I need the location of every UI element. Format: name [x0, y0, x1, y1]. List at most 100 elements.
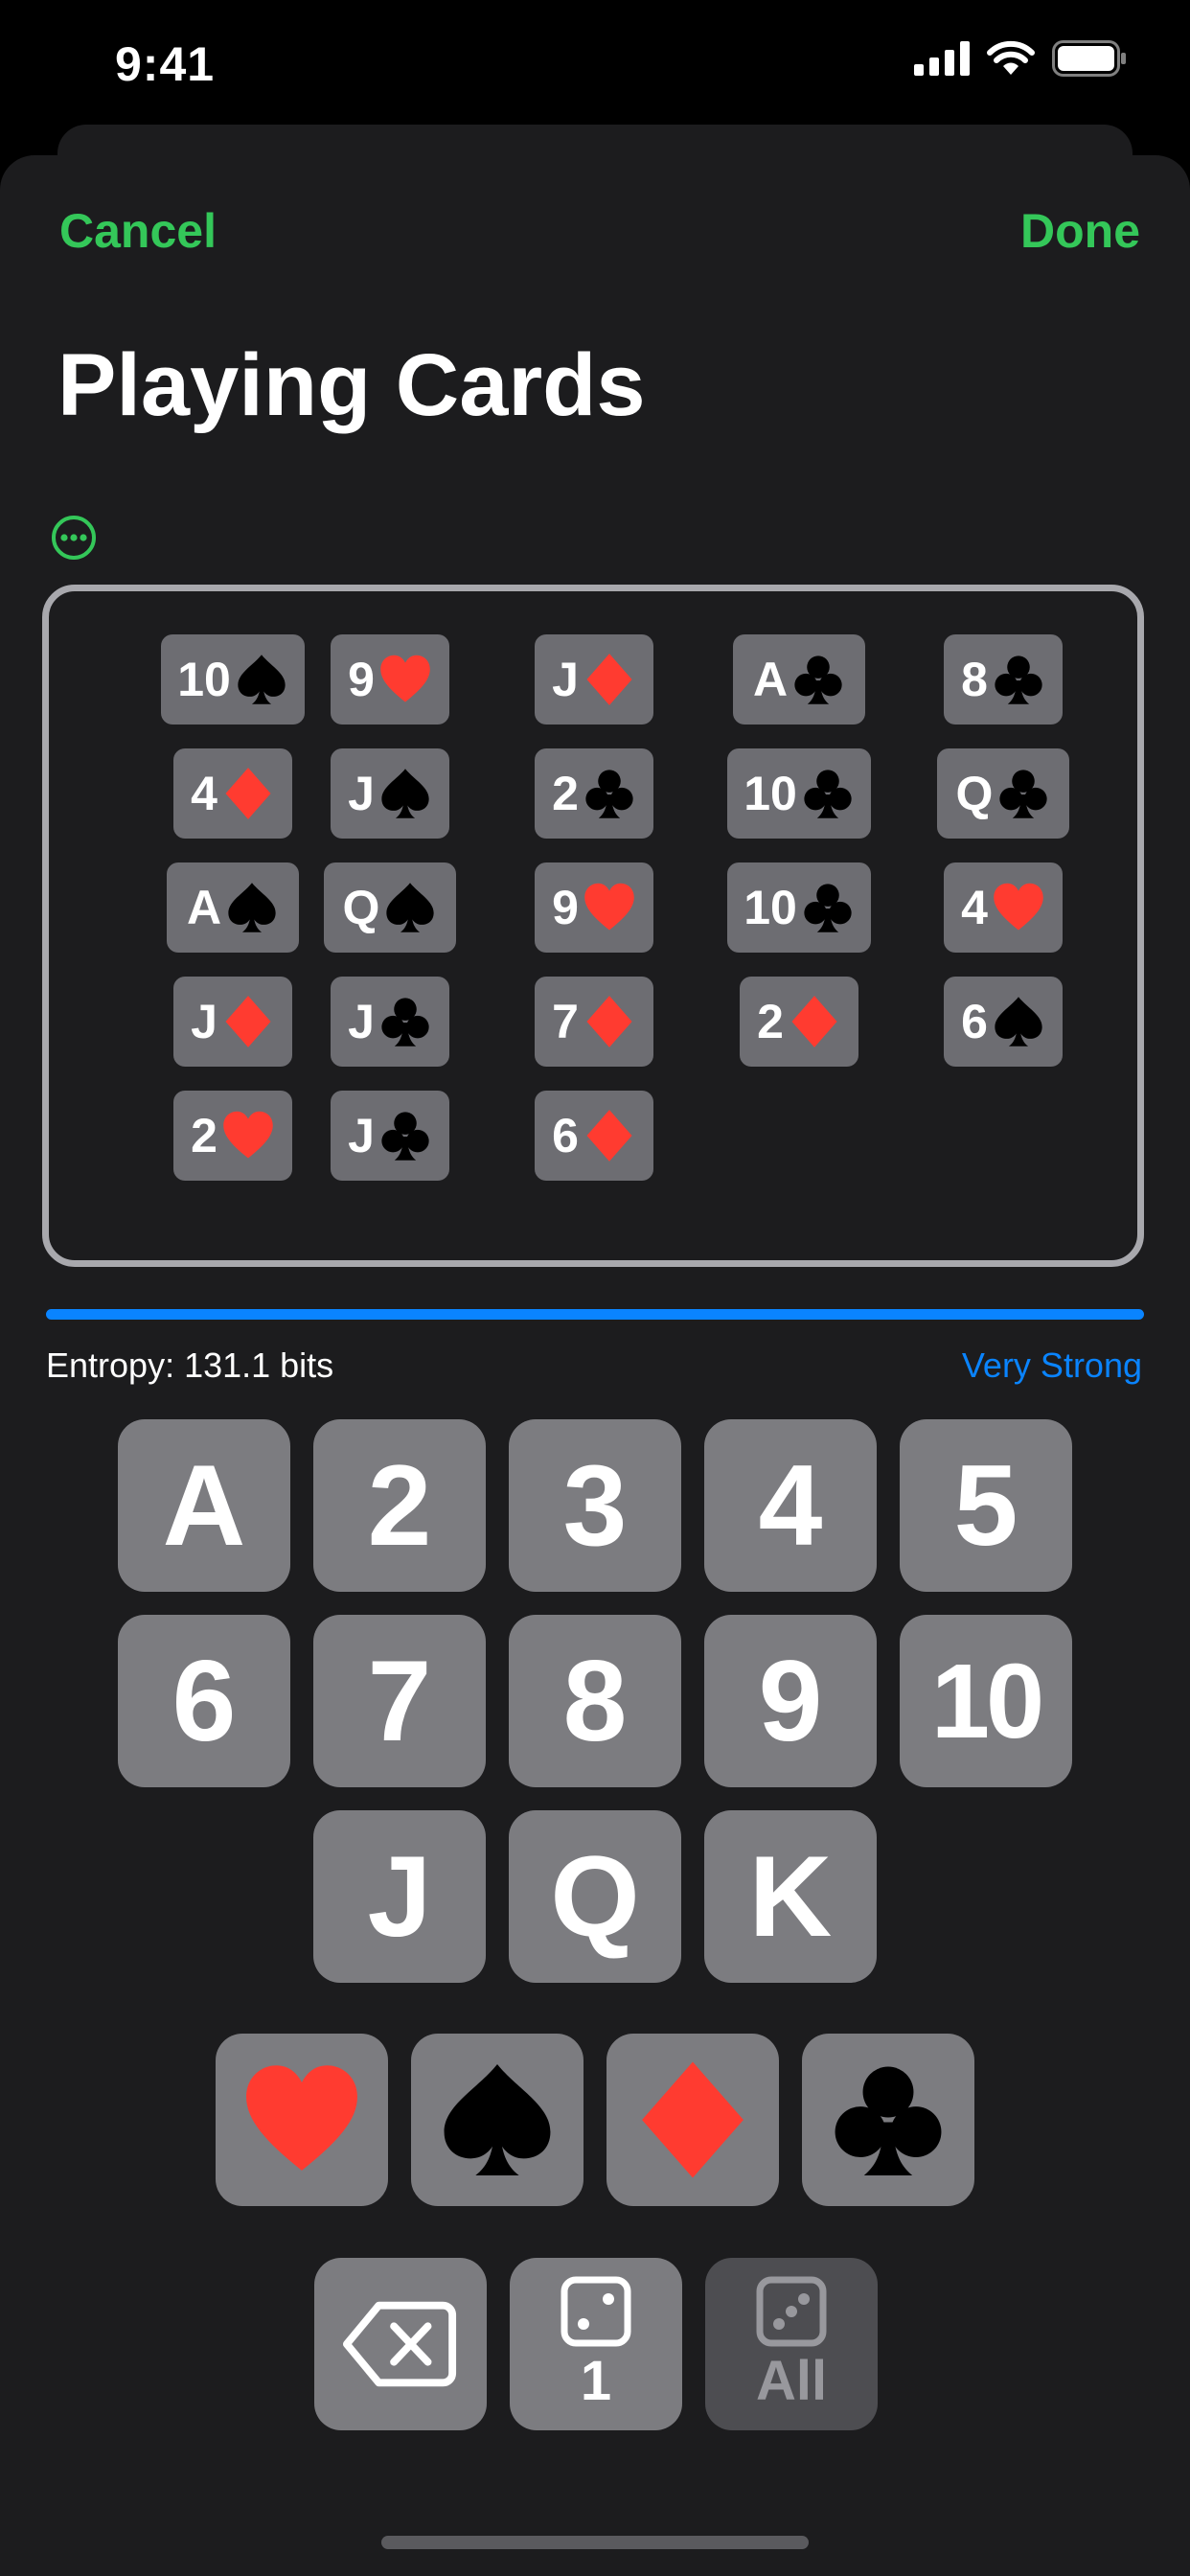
rank-key-label: 9 [758, 1637, 823, 1765]
card-rank: 10 [177, 653, 231, 706]
club-icon [804, 884, 852, 932]
battery-icon [1052, 40, 1126, 77]
status-bar: 9:41 [0, 0, 1190, 134]
heart-icon [223, 1111, 273, 1159]
club-key[interactable] [802, 2034, 974, 2206]
card-chip: 6 [535, 1091, 653, 1181]
rank-key-label: 8 [562, 1637, 628, 1765]
rank-key[interactable]: 3 [509, 1419, 681, 1592]
card-chip: 4 [944, 862, 1063, 953]
card-rank: 8 [961, 653, 988, 706]
rank-key[interactable]: J [313, 1810, 486, 1983]
rank-key[interactable]: 5 [900, 1419, 1072, 1592]
card-rank: 6 [552, 1109, 579, 1162]
card-rank: 2 [191, 1109, 217, 1162]
delete-button[interactable] [314, 2258, 487, 2430]
card-rank: 4 [961, 881, 988, 934]
status-time: 9:41 [115, 37, 216, 91]
card-rank: Q [342, 881, 380, 934]
rank-key-label: 7 [367, 1637, 432, 1765]
rank-key[interactable]: 7 [313, 1615, 486, 1787]
card-rank: 7 [552, 995, 579, 1048]
ellipsis-circle-icon[interactable] [50, 514, 98, 562]
random-all-label: All [755, 2349, 828, 2412]
heart-icon [584, 883, 634, 931]
card-chip: 2 [740, 977, 858, 1067]
random-one-button[interactable]: 1 [510, 2258, 682, 2430]
heart-icon [246, 2065, 357, 2171]
cancel-button[interactable]: Cancel [59, 203, 217, 259]
rank-key-label: 2 [367, 1441, 432, 1570]
card-chip: 7 [535, 977, 653, 1067]
entropy-meter [46, 1309, 1144, 1320]
card-rank: 10 [744, 881, 797, 934]
spade-icon [238, 655, 286, 704]
card-chip: J [331, 748, 449, 839]
rank-key-label: 5 [953, 1441, 1018, 1570]
spade-icon [444, 2064, 551, 2175]
entropy-label: Entropy: 131.1 bits [46, 1346, 334, 1385]
die-icon [561, 2276, 631, 2346]
rank-key[interactable]: 6 [118, 1615, 290, 1787]
club-icon [381, 998, 429, 1046]
card-chip: A [733, 634, 865, 724]
card-chip: J [173, 977, 292, 1067]
rank-key[interactable]: 2 [313, 1419, 486, 1592]
card-chip: 10 [727, 748, 871, 839]
card-rank: 10 [744, 767, 797, 820]
card-chip: A [167, 862, 299, 953]
card-rank: A [186, 881, 222, 934]
rank-key-label: 10 [930, 1642, 1044, 1760]
card-rank: 9 [348, 653, 375, 706]
spade-icon [386, 883, 435, 932]
rank-key[interactable]: K [704, 1810, 877, 1983]
heart-icon [380, 655, 430, 702]
rank-key[interactable]: 4 [704, 1419, 877, 1592]
rank-key-label: 4 [758, 1441, 823, 1570]
card-chip: 2 [173, 1091, 292, 1181]
random-all-button[interactable]: All [705, 2258, 878, 2430]
spade-key[interactable] [411, 2034, 584, 2206]
card-rank: J [348, 995, 375, 1048]
rank-key[interactable]: A [118, 1419, 290, 1592]
diamond-icon [586, 654, 632, 705]
card-chip: J [535, 634, 653, 724]
club-icon [804, 770, 852, 818]
delete-left-icon [342, 2301, 457, 2387]
card-rank: J [552, 653, 579, 706]
diamond-icon [642, 2061, 744, 2178]
heart-icon [994, 883, 1043, 931]
diamond-icon [791, 996, 837, 1047]
done-button[interactable]: Done [1020, 203, 1140, 259]
heart-key[interactable] [216, 2034, 388, 2206]
card-chip: J [331, 977, 449, 1067]
card-chip: J [331, 1091, 449, 1181]
spade-icon [995, 997, 1042, 1046]
rank-key[interactable]: 8 [509, 1615, 681, 1787]
card-chip: Q [937, 748, 1069, 839]
rank-key[interactable]: 10 [900, 1615, 1072, 1787]
card-chip: 2 [535, 748, 653, 839]
page-title: Playing Cards [57, 336, 646, 434]
rank-key-label: 3 [562, 1441, 628, 1570]
spade-icon [381, 769, 429, 818]
diamond-icon [225, 996, 271, 1047]
rank-key[interactable]: Q [509, 1810, 681, 1983]
card-rank: J [191, 995, 217, 1048]
club-icon [995, 656, 1042, 704]
rank-key[interactable]: 9 [704, 1615, 877, 1787]
card-chip: 9 [331, 634, 449, 724]
diamond-icon [586, 1110, 632, 1162]
status-icons [914, 40, 1127, 77]
random-one-label: 1 [580, 2349, 612, 2412]
card-rank: 4 [191, 767, 217, 820]
cellular-signal-icon [914, 41, 970, 76]
home-indicator [381, 2536, 809, 2549]
diamond-key[interactable] [606, 2034, 779, 2206]
strength-label: Very Strong [961, 1346, 1142, 1385]
card-rank: 2 [757, 995, 784, 1048]
card-rank: A [752, 653, 789, 706]
random-one-content: 1 [561, 2276, 631, 2413]
spade-icon [228, 883, 276, 932]
card-rank: J [348, 1109, 375, 1162]
